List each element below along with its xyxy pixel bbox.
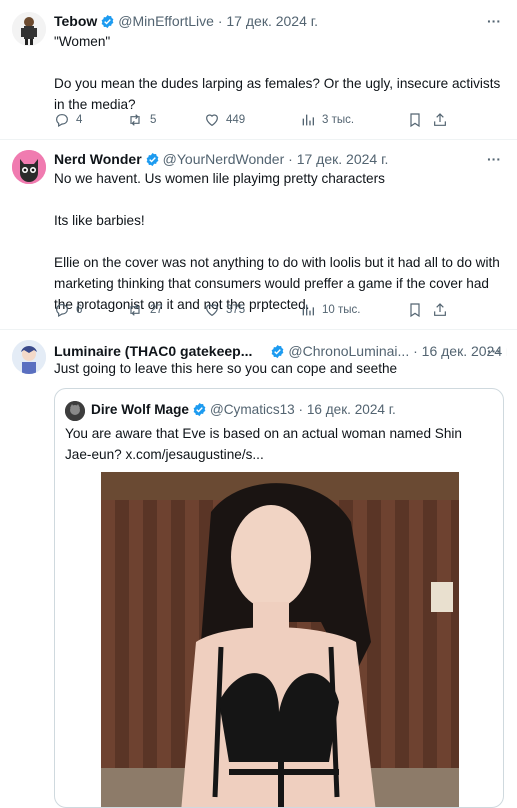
retweet-icon (130, 114, 140, 126)
tweet-text: Just going to leave this here so you can… (54, 361, 398, 376)
bookmark-icon (410, 113, 420, 128)
avatar[interactable] (12, 150, 46, 184)
share-button[interactable] (432, 301, 454, 319)
like-button[interactable]: 449 (204, 111, 245, 129)
retweet-count: 5 (150, 114, 157, 126)
share-icon (434, 303, 446, 316)
reply-icon (56, 304, 68, 318)
author-handle[interactable]: @Cymatics13 (210, 402, 295, 417)
view-count: 3 тыс. (322, 114, 355, 126)
quoted-tweet-text: You are aware that Eve is based on an ac… (65, 426, 462, 462)
quoted-tweet[interactable]: Dire Wolf Mage @Cymatics13 · 16 дек. 2024… (54, 388, 504, 808)
views-button[interactable]: 10 тыс. (300, 301, 360, 319)
tweet-text: "Women" Do you mean the dudes larping as… (54, 34, 501, 112)
more-icon[interactable]: ··· (485, 152, 503, 169)
like-button[interactable]: 375 (204, 301, 245, 319)
author-name[interactable]: Dire Wolf Mage (91, 402, 189, 417)
avatar[interactable] (12, 340, 46, 374)
retweet-count: 27 (150, 304, 163, 316)
view-count: 10 тыс. (322, 304, 361, 316)
author-name[interactable]: Luminaire (THAC0 gatekeep... (54, 343, 252, 359)
author-name[interactable]: Tebow (54, 13, 97, 29)
reply-count: 4 (76, 114, 83, 126)
tweet-text: No we havent. Us women lile playimg pret… (54, 171, 500, 312)
reply-count: 6 (76, 304, 83, 316)
avatar[interactable] (12, 12, 46, 46)
like-count: 375 (226, 304, 246, 316)
timestamp[interactable]: · 17 дек. 2024 г. (288, 151, 388, 167)
share-icon (434, 113, 446, 126)
timestamp[interactable]: · 16 дек. 2024 г. (299, 402, 396, 417)
retweet-icon (130, 304, 140, 316)
tweet-nerd-wonder[interactable]: Nerd Wonder @YourNerdWonder · 17 дек. 202… (0, 140, 517, 330)
timestamp[interactable]: · 17 дек. 2024 г. (218, 13, 318, 29)
more-icon[interactable]: ··· (485, 14, 503, 31)
action-bar: 4 5 449 3 тыс. (54, 111, 503, 129)
reply-button[interactable]: 6 (54, 301, 82, 319)
retweet-button[interactable]: 5 (126, 111, 156, 129)
action-bar: 6 27 375 10 тыс. (54, 301, 503, 319)
verified-badge-icon (192, 402, 207, 420)
author-name[interactable]: Nerd Wonder (54, 151, 142, 167)
author-handle[interactable]: @MinEffortLive (118, 13, 214, 29)
author-handle[interactable]: @YourNerdWonder (163, 151, 285, 167)
heart-icon (206, 304, 218, 317)
heart-icon (206, 114, 218, 127)
views-button[interactable]: 3 тыс. (300, 111, 354, 129)
like-count: 449 (226, 114, 246, 126)
tweet-tebow[interactable]: Tebow @MinEffortLive · 17 дек. 2024 г. ··… (0, 0, 517, 140)
retweet-button[interactable]: 27 (126, 301, 163, 319)
bookmark-button[interactable] (407, 301, 429, 319)
verified-badge-icon (145, 152, 160, 169)
bookmark-button[interactable] (407, 111, 429, 129)
verified-badge-icon (100, 14, 115, 31)
author-handle[interactable]: @ChronoLuminai... (288, 343, 409, 359)
quoted-tweet-photo[interactable] (101, 472, 459, 807)
bookmark-icon (410, 303, 420, 318)
share-button[interactable] (432, 111, 454, 129)
views-icon (302, 114, 314, 126)
avatar[interactable] (65, 401, 85, 421)
reply-icon (56, 114, 68, 128)
views-icon (302, 304, 314, 316)
reply-button[interactable]: 4 (54, 111, 82, 129)
